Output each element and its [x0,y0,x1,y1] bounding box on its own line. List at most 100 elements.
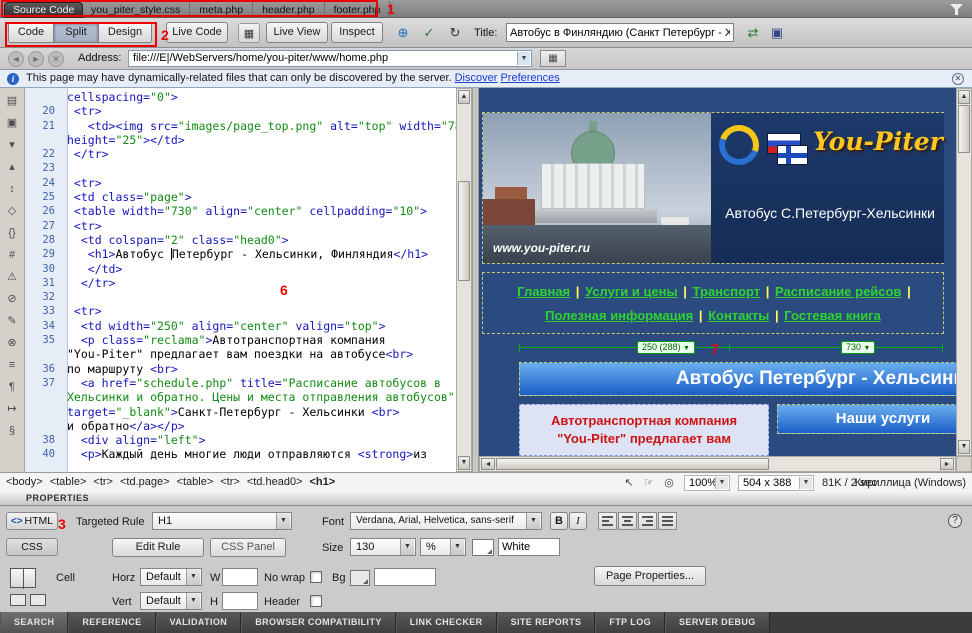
wrap-tag-icon[interactable]: ≡ [3,357,22,374]
scrollbar-thumb[interactable] [958,105,970,153]
forward-icon[interactable]: ► [28,51,44,67]
scrollbar-thumb[interactable] [496,458,769,470]
code-rows[interactable]: cellspacing="0">20 <tr>21 <td><img src="… [25,90,456,472]
panel-tab-search[interactable]: SEARCH [0,612,68,633]
tag-selector-item[interactable]: <table> [50,476,87,488]
split-cell-icon[interactable] [30,594,46,606]
line-numbers-icon[interactable]: # [3,247,22,264]
nav-link[interactable]: Транспорт [693,284,761,299]
format-source-code-icon[interactable]: § [3,423,22,440]
related-file-tab[interactable]: footer.php [325,1,391,19]
collapse-selection-icon[interactable]: ▴ [3,159,22,176]
syntax-error-alerts-icon[interactable]: ⊘ [3,291,22,308]
tag-selector-item[interactable]: <tr> [220,476,240,488]
align-center-icon[interactable] [618,512,637,530]
scrollbar-thumb[interactable] [458,181,470,281]
highlight-invalid-code-icon[interactable]: ⚠ [3,269,22,286]
font-dropdown[interactable]: Verdana, Arial, Helvetica, sans-serif ▼ [350,512,542,530]
scroll-up-icon[interactable]: ▲ [458,90,470,104]
hand-tool-icon[interactable]: ☞ [640,475,658,491]
show-code-navigator-icon[interactable]: ▣ [3,115,22,132]
align-left-icon[interactable] [598,512,617,530]
live-view-navigation-icon[interactable]: ▣ [766,23,788,43]
preferences-link[interactable]: Preferences [500,72,559,84]
size-unit-dropdown[interactable]: % ▼ [420,538,466,556]
nav-link[interactable]: Гостевая книга [784,308,881,323]
services-heading[interactable]: Наши услуги [777,404,956,434]
live-code-button[interactable]: Live Code [166,22,228,43]
scroll-down-icon[interactable]: ▼ [958,440,970,454]
tag-selector-item[interactable]: <td.page> [120,476,170,488]
window-size-dropdown[interactable]: 504 x 388 ▼ [738,475,814,491]
code-view-button[interactable]: Code [8,22,54,43]
move-css-rule-icon[interactable]: ↦ [3,401,22,418]
tag-selector-item[interactable]: <td.head0> [247,476,303,488]
related-file-tab[interactable]: you_piter_style.css [82,1,190,19]
tag-selector-item[interactable]: <table> [177,476,214,488]
split-view-divider[interactable] [472,88,479,472]
nav-link[interactable]: Полезная информация [545,308,693,323]
expand-all-icon[interactable]: ↕ [3,181,22,198]
panel-tab-ftp-log[interactable]: FTP LOG [595,612,665,633]
live-view-button[interactable]: Live View [266,22,328,43]
scroll-right-icon[interactable]: ► [940,458,954,470]
edit-rule-button[interactable]: Edit Rule [112,538,204,557]
design-view-button[interactable]: Design [98,22,152,43]
browser-compat-icon[interactable]: ▦ [238,23,260,43]
select-parent-tag-icon[interactable]: ◇ [3,203,22,220]
tag-selector-item[interactable]: <h1> [310,476,336,488]
cell-width-input[interactable] [222,568,258,586]
discover-link[interactable]: Discover [455,72,498,84]
related-file-tab[interactable]: header.php [253,1,325,19]
italic-button[interactable]: I [569,512,587,530]
address-combo[interactable]: file:///E|/WebServers/home/you-piter/www… [128,50,532,67]
align-right-icon[interactable] [638,512,657,530]
scroll-up-icon[interactable]: ▲ [958,90,970,104]
select-tool-icon[interactable]: ↖ [620,475,638,491]
zoom-level-dropdown[interactable]: 100% ▼ [684,475,730,491]
recent-snippets-icon[interactable]: ¶ [3,379,22,396]
inspect-button[interactable]: Inspect [331,22,383,43]
table-width-tab-right[interactable]: 730 ▼ [841,341,875,354]
css-properties-tab[interactable]: CSS [6,538,58,556]
source-code-tab[interactable]: Source Code [4,2,83,18]
bold-button[interactable]: B [550,512,568,530]
close-icon[interactable]: ✕ [952,73,964,85]
cell-height-input[interactable] [222,592,258,610]
validate-markup-icon[interactable]: ✓ [418,23,440,43]
targeted-rule-dropdown[interactable]: H1 ▼ [152,512,292,530]
page-heading-bar[interactable]: Автобус Петербург - Хельсинки, Финляндия [519,362,956,396]
html-properties-tab[interactable]: <>HTML [6,512,58,530]
text-color-well[interactable] [472,539,494,556]
table-width-tab-left[interactable]: 250 (288) ▼ [637,341,695,354]
vert-dropdown[interactable]: Default ▼ [140,592,202,610]
code-vertical-scrollbar[interactable]: ▲ ▼ [456,88,472,472]
stop-icon[interactable]: ✕ [48,51,64,67]
help-icon[interactable]: ? [948,514,962,528]
panel-tab-server-debug[interactable]: SERVER DEBUG [665,612,770,633]
split-view-button[interactable]: Split [53,22,99,43]
refresh-design-view-icon[interactable]: ↻ [444,23,466,43]
collapse-full-tag-icon[interactable]: ▾ [3,137,22,154]
text-color-input[interactable] [498,538,560,556]
panel-tab-browser-compatibility[interactable]: BROWSER COMPATIBILITY [241,612,396,633]
bg-color-well[interactable] [350,570,370,586]
bg-color-input[interactable] [374,568,436,586]
panel-tab-validation[interactable]: VALIDATION [156,612,242,633]
tag-selector-item[interactable]: <tr> [93,476,113,488]
no-wrap-checkbox[interactable] [310,571,322,583]
tag-selector-item[interactable]: <body> [6,476,43,488]
panel-tab-site-reports[interactable]: SITE REPORTS [497,612,596,633]
remove-comment-icon[interactable]: ⊗ [3,335,22,352]
preview-in-browser-icon[interactable]: ⊕ [392,23,414,43]
panel-tab-link-checker[interactable]: LINK CHECKER [396,612,497,633]
page-properties-button[interactable]: Page Properties... [594,566,706,586]
scroll-down-icon[interactable]: ▼ [458,456,470,470]
related-file-tab[interactable]: meta.php [190,1,253,19]
design-view[interactable]: You-Piter Автобус С.Петербург-Хельсинки … [479,88,956,456]
align-justify-icon[interactable] [658,512,677,530]
open-documents-icon[interactable]: ▤ [3,93,22,110]
horz-dropdown[interactable]: Default ▼ [140,568,202,586]
nav-link[interactable]: Услуги и цены [585,284,678,299]
back-icon[interactable]: ◄ [8,51,24,67]
